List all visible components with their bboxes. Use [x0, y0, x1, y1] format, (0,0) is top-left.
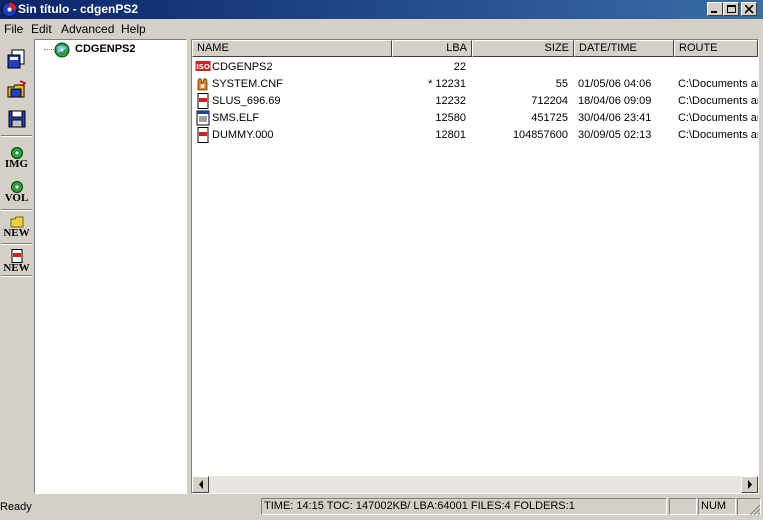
column-header-route[interactable]: ROUTE: [674, 40, 758, 57]
close-icon: [745, 5, 754, 14]
table-row[interactable]: SYSTEM.CNF * 12231 55 01/05/06 04:06 C:\…: [192, 76, 758, 93]
column-header-size[interactable]: SIZE: [472, 40, 574, 57]
img-label: IMG: [4, 157, 29, 170]
file-icon: [11, 248, 22, 263]
cell-lba: * 12231: [428, 78, 466, 90]
cell-size: 55: [555, 78, 568, 90]
globe-disc-icon: [10, 146, 23, 159]
cell-lba: 12232: [435, 95, 466, 107]
img-button[interactable]: IMG: [2, 142, 31, 174]
cell-size: 451725: [531, 112, 568, 124]
cell-route: C:\Documents and: [678, 78, 758, 90]
cell-name: SYSTEM.CNF: [212, 78, 283, 90]
new-document-icon: [7, 49, 24, 69]
arrow-right-icon: [748, 480, 752, 489]
new-file-label: NEW: [3, 261, 30, 274]
menu-edit[interactable]: Edit: [31, 22, 52, 36]
cell-date: 30/04/06 23:41: [578, 112, 652, 124]
horizontal-scrollbar[interactable]: [192, 476, 758, 493]
status-empty-pane: [669, 498, 697, 515]
list-header: NAME LBA SIZE DATE/TIME ROUTE: [192, 40, 758, 57]
maximize-icon: [727, 5, 736, 13]
cell-size: 712204: [531, 95, 568, 107]
app-disc-icon: [2, 2, 17, 17]
vertical-toolbar: IMG VOL NEW NEW: [0, 39, 33, 494]
elf-icon: [196, 110, 210, 126]
new-project-button[interactable]: [2, 43, 31, 75]
cell-name: SLUS_696.69: [212, 95, 281, 107]
arrow-left-icon: [199, 480, 203, 489]
toolbar-separator: [1, 135, 32, 137]
cell-route: [678, 60, 758, 75]
column-header-lba[interactable]: LBA: [392, 40, 472, 57]
resize-grip-icon[interactable]: [747, 502, 761, 516]
new-folder-button[interactable]: NEW: [2, 211, 31, 243]
file-list[interactable]: NAME LBA SIZE DATE/TIME ROUTE ISO CDGENP…: [191, 39, 759, 494]
menu-file[interactable]: File: [4, 22, 23, 36]
cell-size: [472, 60, 568, 75]
tree-connector: [44, 49, 54, 50]
window-title: Sin título - cdgenPS2: [18, 2, 139, 16]
file-icon: [197, 127, 209, 143]
cell-lba: 22: [453, 61, 466, 73]
status-ready: Ready: [0, 501, 32, 513]
toolbar-separator: [1, 275, 32, 277]
table-row[interactable]: SLUS_696.69 12232 712204 18/04/06 09:09 …: [192, 93, 758, 110]
minimize-icon: [711, 11, 717, 13]
cell-lba: 12580: [435, 112, 466, 124]
file-icon: [197, 93, 209, 109]
cnf-icon: [197, 78, 208, 91]
menu-advanced[interactable]: Advanced: [61, 22, 114, 36]
column-header-name[interactable]: NAME: [192, 40, 392, 57]
iso-icon: ISO: [195, 61, 211, 71]
globe-disc-icon: [10, 180, 23, 193]
title-bar[interactable]: Sin título - cdgenPS2: [0, 0, 763, 19]
table-row[interactable]: SMS.ELF 12580 451725 30/04/06 23:41 C:\D…: [192, 110, 758, 127]
cell-route: C:\Documents and: [678, 112, 758, 124]
save-button[interactable]: [2, 102, 31, 134]
status-bar: Ready TIME: 14:15 TOC: 147002KB/ LBA:640…: [0, 496, 763, 520]
vol-button[interactable]: VOL: [2, 176, 31, 208]
menu-help[interactable]: Help: [121, 22, 146, 36]
scroll-right-button[interactable]: [741, 476, 758, 493]
new-folder-label: NEW: [3, 226, 30, 239]
cell-name: DUMMY.000: [212, 129, 274, 141]
cell-name: SMS.ELF: [212, 112, 260, 124]
open-folder-icon: [7, 80, 26, 98]
save-disk-icon: [8, 110, 25, 128]
folder-tree[interactable]: CDGENPS2: [34, 39, 187, 494]
minimize-button[interactable]: [707, 2, 723, 16]
folder-icon: [10, 216, 23, 227]
tree-item-root[interactable]: CDGENPS2: [75, 43, 136, 55]
new-file-button[interactable]: NEW: [2, 245, 31, 277]
cell-size: 104857600: [512, 129, 568, 141]
cell-date: 18/04/06 09:09: [578, 95, 652, 107]
cell-date: [578, 60, 672, 75]
cell-date: 01/05/06 04:06: [578, 78, 652, 90]
svg-text:ISO: ISO: [196, 63, 210, 71]
vol-label: VOL: [4, 191, 29, 204]
status-info: TIME: 14:15 TOC: 147002KB/ LBA:64001 FIL…: [261, 498, 667, 515]
close-button[interactable]: [741, 2, 757, 16]
table-row[interactable]: DUMMY.000 12801 104857600 30/09/05 02:13…: [192, 127, 758, 144]
menu-bar: File Edit Advanced Help: [0, 19, 763, 39]
table-row[interactable]: ISO CDGENPS2 22: [192, 59, 758, 76]
cell-route: C:\Documents and: [678, 129, 758, 141]
cell-name: CDGENPS2: [212, 61, 273, 73]
maximize-button[interactable]: [723, 2, 739, 16]
cell-date: 30/09/05 02:13: [578, 129, 652, 141]
column-header-datetime[interactable]: DATE/TIME: [574, 40, 674, 57]
scroll-left-button[interactable]: [192, 476, 209, 493]
status-num: NUM: [698, 498, 736, 515]
cell-route: C:\Documents and: [678, 95, 758, 107]
globe-disc-icon: [54, 42, 70, 58]
cell-lba: 12801: [435, 129, 466, 141]
